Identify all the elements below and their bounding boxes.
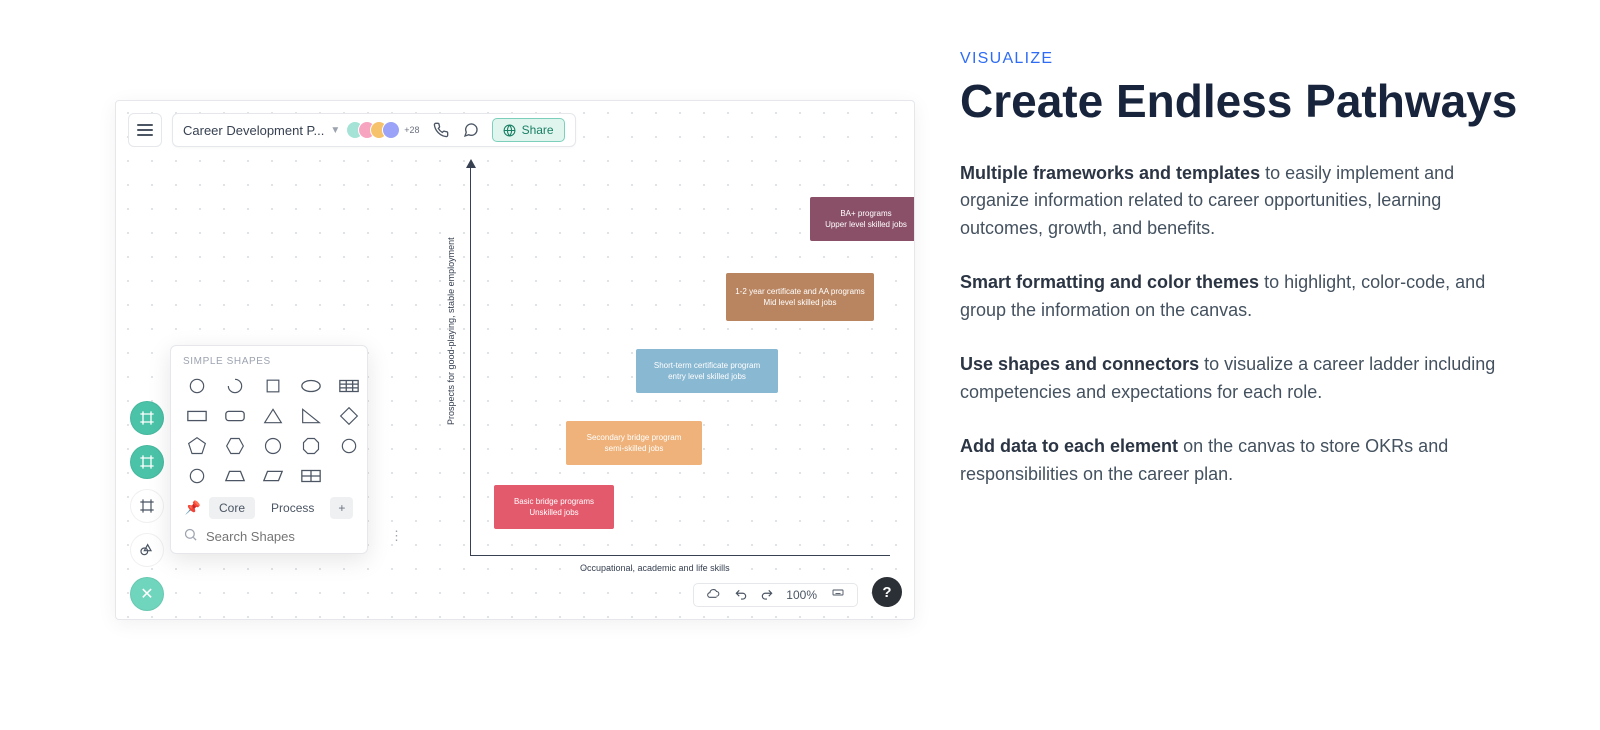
close-rail-button[interactable]: ✕ [130, 577, 164, 611]
toolbar-pill: Career Development P... ▼ +28 [172, 113, 576, 147]
redo-icon[interactable] [760, 588, 774, 602]
frame-tool-button[interactable] [130, 401, 164, 435]
pin-icon[interactable]: 📌 [183, 500, 203, 516]
undo-icon[interactable] [734, 588, 748, 602]
grid-tool-button[interactable] [130, 489, 164, 523]
shape-hexagon[interactable] [221, 435, 249, 457]
tab-core[interactable]: Core [209, 497, 255, 519]
collaborator-avatars[interactable]: +28 [352, 121, 419, 139]
copy-paragraph-1: Multiple frameworks and templates to eas… [960, 160, 1520, 244]
tool-rail: ✕ [130, 401, 164, 611]
share-label: Share [522, 123, 554, 137]
more-icon[interactable]: ⋮ [390, 528, 403, 544]
shape-grid [183, 375, 355, 487]
shape-octagon[interactable] [297, 435, 325, 457]
popover-title: SIMPLE SHAPES [183, 356, 355, 367]
x-axis-label: Occupational, academic and life skills [580, 563, 730, 573]
shape-search: ⋮ [183, 527, 355, 545]
x-axis [470, 555, 890, 556]
career-box-line1: BA+ programs [818, 208, 914, 219]
comment-icon[interactable] [462, 121, 480, 139]
shape-grid[interactable] [297, 465, 325, 487]
shape-circle[interactable] [183, 375, 211, 397]
search-shapes-input[interactable] [206, 529, 382, 544]
help-button[interactable]: ? [872, 577, 902, 607]
shape-ellipse[interactable] [297, 375, 325, 397]
career-box-line2: Unskilled jobs [502, 507, 606, 518]
career-box-5[interactable]: BA+ programs Upper level skilled jobs [810, 197, 915, 241]
copy-paragraph-4: Add data to each element on the canvas t… [960, 433, 1520, 489]
y-axis [470, 165, 471, 555]
shape-rect[interactable] [183, 405, 211, 427]
search-icon [183, 527, 198, 545]
shape-circle-outline[interactable] [335, 435, 363, 457]
avatar [382, 121, 400, 139]
career-box-line2: Mid level skilled jobs [734, 297, 866, 308]
shape-heptagon[interactable] [259, 435, 287, 457]
canvas-app: Career Development P... ▼ +28 [115, 100, 915, 620]
career-box-4[interactable]: 1-2 year certificate and AA programs Mid… [726, 273, 874, 321]
shape-diamond[interactable] [335, 405, 363, 427]
shape-table[interactable] [335, 375, 363, 397]
chevron-down-icon: ▼ [330, 125, 340, 136]
top-toolbar: Career Development P... ▼ +28 [128, 113, 576, 147]
shape-pentagon[interactable] [183, 435, 211, 457]
career-box-3[interactable]: Short-term certificate program entry lev… [636, 349, 778, 393]
shape-square[interactable] [259, 375, 287, 397]
keyboard-icon[interactable] [829, 589, 847, 601]
shape-oval[interactable] [183, 465, 211, 487]
document-title-dropdown[interactable]: Career Development P... ▼ [183, 123, 340, 138]
shape-rounded-rect[interactable] [221, 405, 249, 427]
tab-process[interactable]: Process [261, 497, 324, 519]
shapes-popover: SIMPLE SHAPES [170, 345, 368, 554]
tab-add[interactable]: + [330, 497, 353, 519]
career-box-line1: Basic bridge programs [502, 496, 606, 507]
copy-paragraph-3: Use shapes and connectors to visualize a… [960, 351, 1520, 407]
shape-empty [335, 465, 363, 487]
avatar-overflow-count: +28 [404, 125, 419, 135]
shape-arc[interactable] [221, 375, 249, 397]
y-axis-arrow-icon [466, 159, 476, 168]
shape-right-triangle[interactable] [297, 405, 325, 427]
cloud-sync-icon[interactable] [704, 588, 722, 602]
career-box-line1: Secondary bridge program [574, 432, 694, 443]
call-icon[interactable] [432, 121, 450, 139]
eyebrow: VISUALIZE [960, 50, 1540, 68]
status-bar: 100% [693, 583, 858, 607]
share-button[interactable]: Share [492, 118, 565, 142]
document-title: Career Development P... [183, 123, 324, 138]
career-box-line2: entry level skilled jobs [644, 371, 770, 382]
marketing-copy: VISUALIZE Create Endless Pathways Multip… [920, 0, 1600, 730]
career-box-2[interactable]: Secondary bridge program semi-skilled jo… [566, 421, 702, 465]
copy-paragraph-2: Smart formatting and color themes to hig… [960, 269, 1520, 325]
popover-tabs: 📌 Core Process + [183, 497, 355, 519]
zoom-level[interactable]: 100% [786, 588, 817, 602]
menu-button[interactable] [128, 113, 162, 147]
career-box-1[interactable]: Basic bridge programs Unskilled jobs [494, 485, 614, 529]
headline: Create Endless Pathways [960, 76, 1540, 128]
shape-trapezoid[interactable] [221, 465, 249, 487]
career-box-line2: Upper level skilled jobs [818, 219, 914, 230]
shape-triangle[interactable] [259, 405, 287, 427]
shapes-tool-button[interactable] [130, 533, 164, 567]
career-box-line1: Short-term certificate program [644, 360, 770, 371]
career-box-line1: 1-2 year certificate and AA programs [734, 286, 866, 297]
hamburger-icon [137, 124, 153, 136]
y-axis-label: Prospects for good-playing, stable emplo… [446, 237, 456, 425]
frame-tool-button-2[interactable] [130, 445, 164, 479]
shape-parallelogram[interactable] [259, 465, 287, 487]
career-box-line2: semi-skilled jobs [574, 443, 694, 454]
